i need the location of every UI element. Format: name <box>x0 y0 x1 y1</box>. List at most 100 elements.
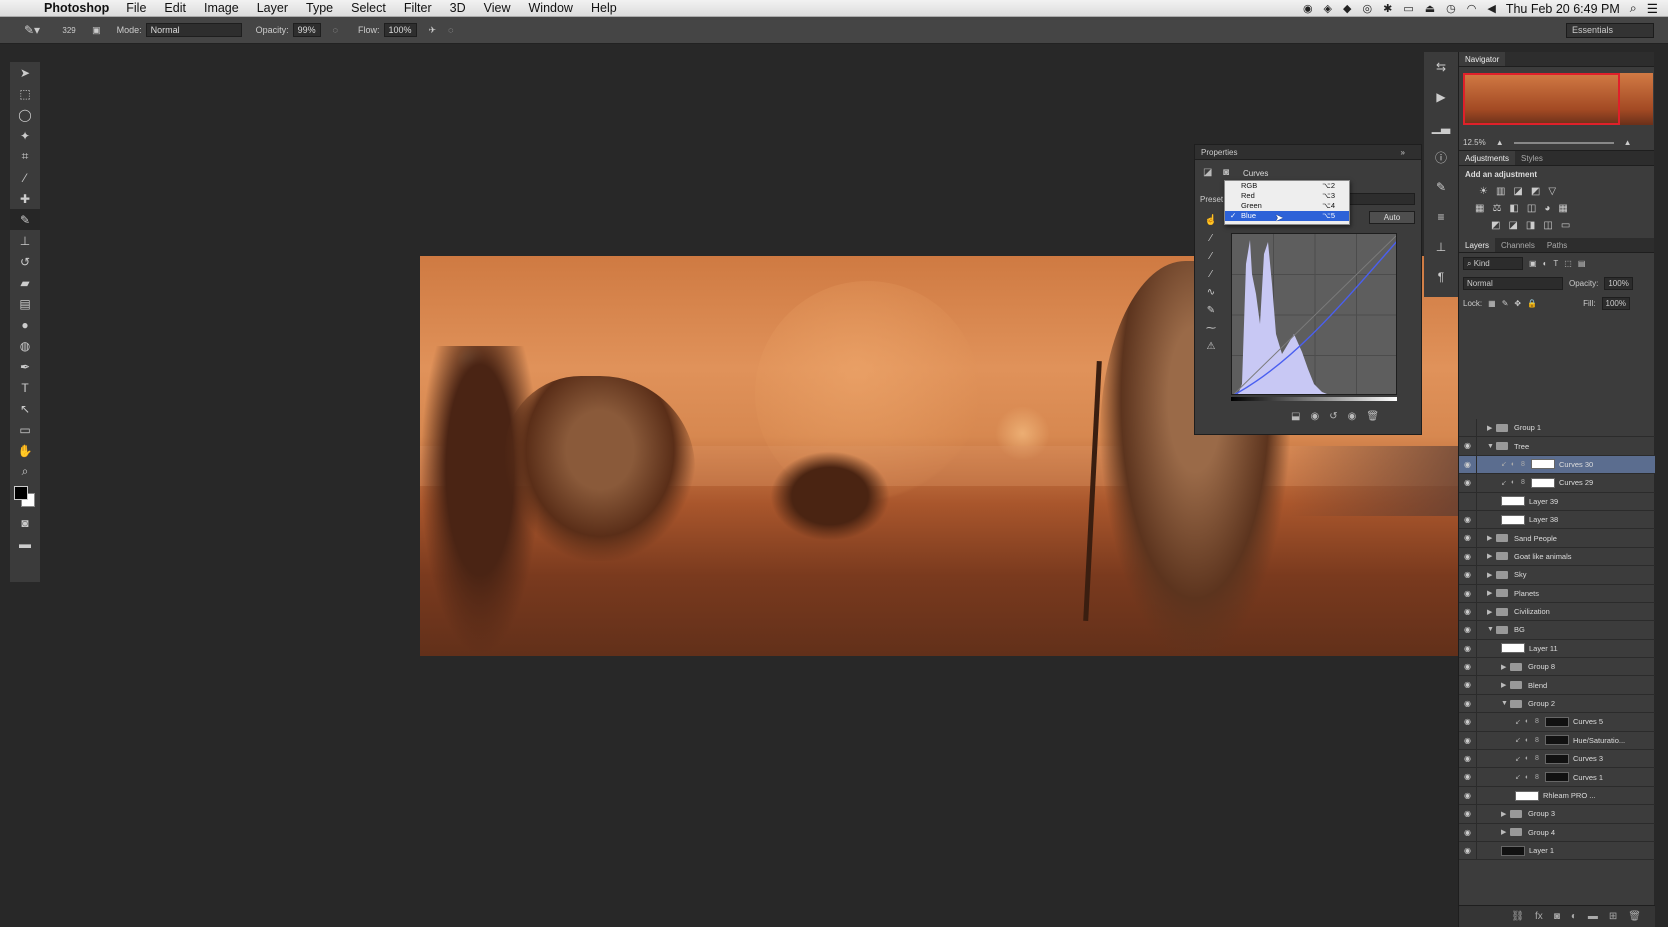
info-panel-icon[interactable]: ⓘ <box>1424 142 1458 172</box>
brightness-contrast-icon[interactable]: ☀ <box>1479 186 1488 197</box>
clone-stamp-tool-icon[interactable]: ⊥ <box>10 230 40 251</box>
lock-all-icon[interactable]: 🔒 <box>1527 299 1537 308</box>
layer-kind-filter[interactable]: ⌕ Kind <box>1463 256 1523 270</box>
styles-tab[interactable]: Styles <box>1515 151 1549 165</box>
brush-panel-toggle-icon[interactable]: ▣ <box>92 25 101 36</box>
pen-tool-icon[interactable]: ✒ <box>10 356 40 377</box>
history-panel-icon[interactable]: ⇆ <box>1424 52 1458 82</box>
lock-transparent-icon[interactable]: ▦ <box>1488 299 1496 308</box>
display-icon[interactable]: ▭ <box>1403 2 1413 15</box>
photo-filter-icon[interactable]: ◫ <box>1527 203 1536 214</box>
posterize-icon[interactable]: ◪ <box>1508 220 1517 231</box>
visibility-eye-icon[interactable]: ◉ <box>1459 841 1477 860</box>
histogram-panel-icon[interactable]: ▁▃ <box>1424 112 1458 142</box>
flow-field[interactable]: 100% <box>383 23 417 37</box>
layer-thumbnail[interactable] <box>1501 514 1525 525</box>
visibility-eye-icon[interactable] <box>1459 492 1477 510</box>
filter-smart-object-icon[interactable]: ▤ <box>1578 259 1586 268</box>
view-previous-state-icon[interactable]: ◉ <box>1310 411 1319 422</box>
black-point-eyedropper-icon[interactable]: ⁄ <box>1201 229 1221 247</box>
dodge-tool-icon[interactable]: ◍ <box>10 335 40 356</box>
curves-graph[interactable] <box>1231 233 1397 395</box>
sync-icon[interactable]: ◎ <box>1362 2 1372 15</box>
expand-arrow-right-icon[interactable]: ▶ <box>1487 589 1496 597</box>
volume-icon[interactable]: ◀ <box>1487 2 1495 15</box>
layer-row[interactable]: ◉ ▶ Planets <box>1459 584 1655 603</box>
visibility-eye-icon[interactable]: ◉ <box>1459 713 1477 731</box>
layer-row[interactable]: ◉ ▶ Civilization <box>1459 602 1655 622</box>
layer-thumbnail[interactable] <box>1501 845 1525 856</box>
layer-row[interactable]: ◉ Layer 11 <box>1459 639 1655 659</box>
target-adjust-icon[interactable]: ☝ <box>1201 211 1221 229</box>
expand-arrow-right-icon[interactable]: ▶ <box>1501 810 1510 818</box>
layer-row[interactable]: ◉ Layer 1 <box>1459 841 1655 861</box>
type-tool-icon[interactable]: T <box>10 377 40 398</box>
menu-image[interactable]: Image <box>204 1 239 15</box>
expand-arrow-right-icon[interactable]: ▶ <box>1487 534 1496 542</box>
channel-option-blue[interactable]: ✓ Blue ⌥5 <box>1225 211 1349 221</box>
link-layers-icon[interactable]: ⛓ <box>1511 911 1524 922</box>
layer-row[interactable]: ◉ ▶ Sand People <box>1459 529 1655 548</box>
edit-points-curve-icon[interactable]: ∿ <box>1201 283 1221 301</box>
toggle-visibility-icon[interactable]: ◉ <box>1348 411 1357 422</box>
visibility-eye-icon[interactable]: ◉ <box>1459 805 1477 823</box>
menu-layer[interactable]: Layer <box>257 1 288 15</box>
invert-icon[interactable]: ◩ <box>1491 220 1500 231</box>
time-machine-icon[interactable]: ◷ <box>1446 2 1456 15</box>
gray-point-eyedropper-icon[interactable]: ⁄ <box>1201 247 1221 265</box>
opacity-field[interactable]: 99% <box>292 23 321 37</box>
menu-file[interactable]: File <box>126 1 146 15</box>
brush-tool-icon[interactable]: ✎ <box>10 209 40 230</box>
eject-icon[interactable]: ⏏ <box>1425 2 1435 15</box>
menu-type[interactable]: Type <box>306 1 333 15</box>
channels-tab[interactable]: Channels <box>1495 238 1541 252</box>
layer-row[interactable]: ◉ ▶ Group 4 <box>1459 823 1655 842</box>
rectangle-tool-icon[interactable]: ▭ <box>10 419 40 440</box>
menu-help[interactable]: Help <box>591 1 617 15</box>
visibility-eye-icon[interactable]: ◉ <box>1459 823 1477 841</box>
layer-mask-thumbnail[interactable] <box>1545 716 1569 727</box>
move-tool-icon[interactable]: ➤ <box>10 62 40 83</box>
layer-row[interactable]: ◉ ↙ ◐ 8 Curves 3 <box>1459 750 1655 769</box>
hand-tool-icon[interactable]: ✋ <box>10 440 40 461</box>
airbrush-icon[interactable]: ✈ <box>429 25 437 36</box>
filter-adjustment-icon[interactable]: ◐ <box>1543 259 1548 268</box>
layer-mask-thumbnail[interactable] <box>1545 753 1569 764</box>
expand-arrow-right-icon[interactable]: ▶ <box>1487 424 1496 432</box>
visibility-eye-icon[interactable]: ◉ <box>1459 658 1477 676</box>
layer-row[interactable]: ▶ Group 1 <box>1459 419 1655 438</box>
filter-shape-icon[interactable]: ⬚ <box>1564 259 1572 268</box>
clone-source-panel-icon[interactable]: ⊥ <box>1424 232 1458 262</box>
visibility-eye-icon[interactable]: ◉ <box>1459 786 1477 805</box>
blend-mode-select[interactable]: Normal <box>1463 276 1563 290</box>
layer-row[interactable]: ◉ ↙ ◐ 8 Hue/Saturatio... <box>1459 731 1655 751</box>
layer-row[interactable]: ◉ ▼ Tree <box>1459 437 1655 456</box>
notification-center-icon[interactable]: ☰ <box>1647 1 1658 16</box>
new-group-icon[interactable]: ▬ <box>1588 911 1598 922</box>
brush-size-picker[interactable]: 329 <box>58 25 80 35</box>
levels-icon[interactable]: ▥ <box>1496 186 1505 197</box>
pressure-opacity-icon[interactable]: ◌ <box>333 25 338 35</box>
layer-row[interactable]: ◉ ↙ ◐ 8 Curves 30 <box>1459 455 1655 475</box>
visibility-eye-icon[interactable]: ◉ <box>1459 731 1477 750</box>
visibility-eye-icon[interactable]: ◉ <box>1459 768 1477 786</box>
path-selection-tool-icon[interactable]: ↖ <box>10 398 40 419</box>
layer-row[interactable]: ◉ ▶ Group 8 <box>1459 658 1655 677</box>
layer-row[interactable]: ◉ ↙ ◐ 8 Curves 5 <box>1459 713 1655 732</box>
clock[interactable]: Thu Feb 20 6:49 PM <box>1506 2 1620 16</box>
visibility-eye-icon[interactable]: ◉ <box>1459 566 1477 584</box>
channel-mixer-icon[interactable]: ◕ <box>1544 203 1550 214</box>
expand-arrow-right-icon[interactable]: ▶ <box>1487 552 1496 560</box>
expand-arrow-right-icon[interactable]: ▶ <box>1501 663 1510 671</box>
auto-button[interactable]: Auto <box>1369 211 1415 224</box>
visibility-eye-icon[interactable]: ◉ <box>1459 437 1477 455</box>
layers-tab[interactable]: Layers <box>1459 238 1496 252</box>
clip-to-layer-icon[interactable]: ⬓ <box>1291 411 1300 422</box>
visibility-eye-icon[interactable]: ◉ <box>1459 694 1477 713</box>
layer-mask-thumbnail[interactable] <box>1545 735 1569 746</box>
wifi-icon[interactable]: ◠ <box>1467 2 1477 15</box>
visibility-eye-icon[interactable]: ◉ <box>1459 474 1477 492</box>
adjustments-tab[interactable]: Adjustments <box>1459 151 1516 165</box>
channel-option-red[interactable]: Red ⌥3 <box>1225 191 1349 201</box>
vibrance-icon[interactable]: ▽ <box>1548 186 1556 197</box>
